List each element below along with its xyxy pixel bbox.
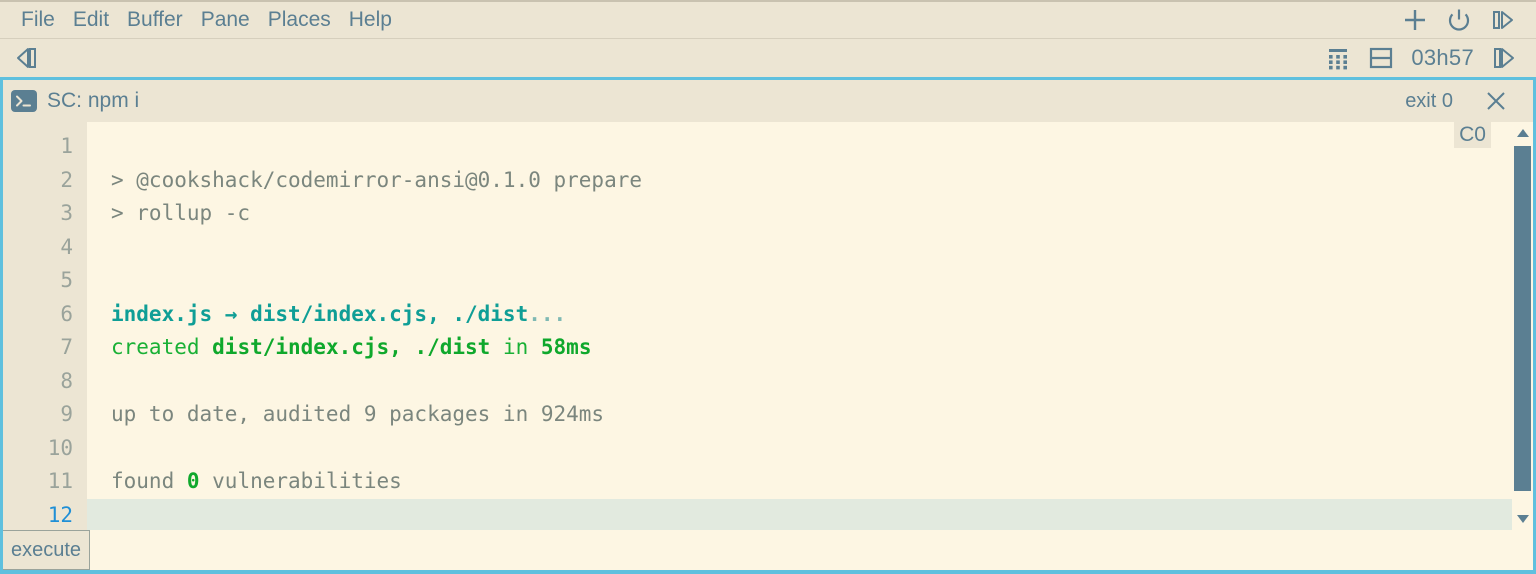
code-line: created dist/index.cjs, ./dist in 58ms (111, 331, 1512, 365)
line-number: 7 (60, 335, 73, 359)
code-segment: in (490, 335, 541, 359)
menu-item-file[interactable]: File (12, 6, 64, 35)
line-number: 9 (60, 402, 73, 426)
vertical-scrollbar[interactable] (1512, 122, 1533, 530)
terminal-pane: SC: npm i exit 0 1 2 3 4 5 6 7 8 9 10 11… (0, 77, 1536, 574)
next-pane-icon[interactable] (1490, 44, 1518, 72)
line-number-active: 12 (47, 502, 73, 527)
line-number: 4 (60, 234, 73, 259)
prev-pane-icon[interactable] (12, 44, 40, 72)
clock-label: 03h57 (1411, 45, 1474, 70)
code-segment: up to date, audited 9 packages in 924ms (111, 402, 605, 426)
editor-area: 1 2 3 4 5 6 7 8 9 10 11 12 > @cookshack/… (3, 122, 1533, 530)
scroll-up-arrow-icon[interactable] (1512, 122, 1533, 144)
code-content[interactable]: > @cookshack/codemirror-ansi@0.1.0 prepa… (87, 122, 1512, 530)
minibuffer[interactable] (90, 530, 1533, 570)
line-number: 8 (60, 368, 73, 393)
column-indicator: C0 (1454, 122, 1491, 148)
toolbar-actions: 03h57 (1325, 44, 1526, 72)
exit-status-label: exit 0 (1405, 89, 1453, 112)
menu-item-edit[interactable]: Edit (64, 6, 118, 35)
code-segment: vulnerabilities (199, 469, 402, 493)
toolbar: 03h57 (0, 38, 1536, 77)
next-pane-icon[interactable] (1490, 7, 1516, 33)
code-segment: 0 (186, 469, 200, 493)
code-segment: index.js → dist/index.cjs, ./dist (111, 301, 529, 326)
menu-bar-actions (1402, 7, 1526, 33)
code-line: found 0 vulnerabilities (111, 465, 1512, 499)
pane-title: SC: npm i (47, 89, 140, 112)
code-segment: created (111, 335, 213, 359)
code-segment: 58ms (540, 335, 592, 359)
code-line: up to date, audited 9 packages in 924ms (111, 398, 1512, 432)
menu-item-buffer[interactable]: Buffer (118, 6, 192, 35)
code-segment: found (111, 469, 187, 493)
close-icon[interactable] (1483, 88, 1509, 114)
line-number: 10 (47, 435, 73, 460)
line-number: 6 (60, 301, 73, 326)
scrollbar-track[interactable] (1512, 144, 1533, 508)
menu-item-list: File Edit Buffer Pane Places Help (12, 6, 401, 35)
line-number: 11 (47, 469, 73, 493)
pane-header: SC: npm i exit 0 (3, 80, 1533, 122)
execute-button[interactable]: execute (3, 530, 91, 570)
code-segment: > @cookshack/codemirror-ansi@0.1.0 prepa… (111, 167, 643, 192)
menu-bar: File Edit Buffer Pane Places Help (0, 0, 1536, 38)
plus-icon[interactable] (1402, 7, 1428, 33)
power-icon[interactable] (1446, 7, 1472, 33)
line-number: 2 (60, 167, 73, 192)
code-segment: > rollup -c (111, 201, 251, 225)
scrollbar-thumb[interactable] (1514, 146, 1531, 491)
status-bar: execute (3, 530, 1533, 570)
line-number-gutter: 1 2 3 4 5 6 7 8 9 10 11 12 (3, 122, 87, 530)
split-pane-icon[interactable] (1367, 44, 1395, 72)
code-segment: ... (528, 301, 567, 326)
code-segment: dist/index.cjs, ./dist (212, 335, 491, 359)
code-line: > @cookshack/codemirror-ansi@0.1.0 prepa… (111, 164, 1512, 198)
line-number: 1 (60, 134, 73, 158)
menu-item-places[interactable]: Places (259, 6, 340, 35)
keypad-grid-icon[interactable] (1325, 45, 1351, 71)
line-number: 3 (60, 201, 73, 225)
application-window: File Edit Buffer Pane Places Help 03h57 … (0, 0, 1536, 574)
code-line: > rollup -c (111, 197, 1512, 231)
scroll-down-arrow-icon[interactable] (1512, 508, 1533, 530)
menu-item-help[interactable]: Help (340, 6, 401, 35)
terminal-icon (11, 90, 37, 112)
code-editor[interactable]: 1 2 3 4 5 6 7 8 9 10 11 12 > @cookshack/… (3, 122, 1512, 530)
code-line-active[interactable] (87, 498, 1512, 530)
menu-item-pane[interactable]: Pane (192, 6, 259, 35)
code-line: index.js → dist/index.cjs, ./dist... (111, 298, 1512, 332)
line-number: 5 (60, 268, 73, 292)
